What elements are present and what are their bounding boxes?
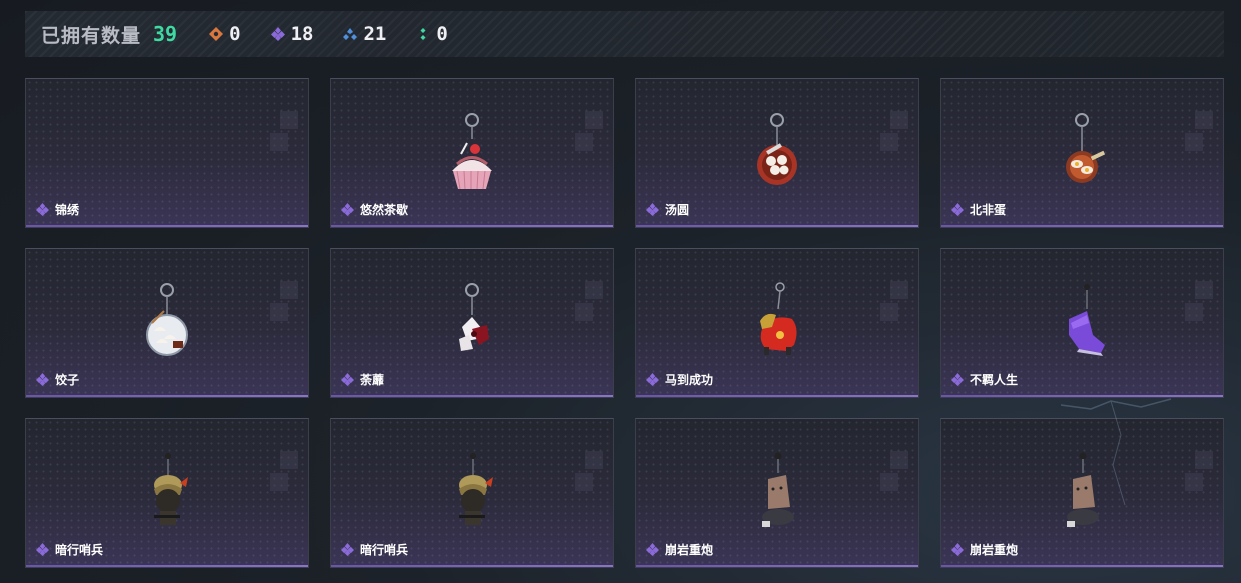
card-decoration [270, 111, 298, 161]
rarity-diamond-icon [951, 203, 964, 216]
stat-purple-value: 18 [290, 23, 314, 45]
card-decoration [1185, 451, 1213, 501]
item-card[interactable]: 汤圆 [635, 78, 919, 228]
card-label: 暗行哨兵 [36, 541, 103, 558]
item-name: 崩岩重炮 [970, 543, 1019, 557]
rarity-diamond-icon [341, 373, 354, 386]
cupcake-pendant-icon [452, 113, 492, 190]
item-card[interactable]: 悠然茶歇 [330, 78, 614, 228]
item-card[interactable]: 崩岩重炮 [940, 418, 1224, 568]
rarity-diamond-icon [36, 543, 49, 556]
card-decoration [880, 281, 908, 331]
owned-count-value: 39 [153, 22, 178, 46]
item-card[interactable]: 荼蘼 [330, 248, 614, 398]
item-name: 暗行哨兵 [360, 543, 409, 557]
item-card[interactable]: 暗行哨兵 [25, 418, 309, 568]
sentinel-pendant-icon [459, 453, 493, 525]
item-name: 崩岩重炮 [665, 543, 714, 557]
card-label: 不羁人生 [951, 371, 1018, 388]
item-card[interactable]: 北非蛋 [940, 78, 1224, 228]
card-decoration [1185, 111, 1213, 161]
item-name: 饺子 [55, 373, 80, 387]
card-label: 崩岩重炮 [951, 541, 1018, 558]
card-decoration [1185, 281, 1213, 331]
item-card[interactable]: 饺子 [25, 248, 309, 398]
rarity-diamond-icon [36, 203, 49, 216]
horse-pendant-icon [760, 282, 797, 355]
item-name: 荼蘼 [360, 373, 385, 387]
card-label: 汤圆 [646, 201, 689, 218]
card-decoration [575, 451, 603, 501]
stat-blue: 21 [343, 23, 386, 45]
rarity-diamond-icon [646, 373, 659, 386]
stat-purple: 18 [270, 23, 314, 45]
sneaker-pendant-icon [1069, 284, 1105, 356]
tangyuan-pendant-icon [757, 113, 797, 185]
orange-diamond-icon [209, 27, 224, 41]
card-decoration [575, 281, 603, 331]
rarity-diamond-icon [341, 203, 354, 216]
item-card[interactable]: 不羁人生 [940, 248, 1224, 398]
green-dots-icon [416, 27, 430, 41]
item-card[interactable]: 暗行哨兵 [330, 418, 614, 568]
cannon-pendant-icon [1067, 452, 1099, 527]
card-label: 崩岩重炮 [646, 541, 713, 558]
card-label: 悠然茶歇 [341, 201, 408, 218]
card-label: 马到成功 [646, 371, 713, 388]
shakshuka-pendant-icon [1066, 113, 1106, 183]
card-decoration [880, 451, 908, 501]
card-label: 北非蛋 [951, 201, 1006, 218]
rarity-diamond-icon [951, 373, 964, 386]
item-name: 暗行哨兵 [55, 543, 104, 557]
card-label: 暗行哨兵 [341, 541, 408, 558]
dumplings-pendant-icon [146, 283, 188, 356]
item-name: 马到成功 [665, 373, 714, 387]
item-name: 锦绣 [55, 203, 80, 217]
rarity-diamond-icon [951, 543, 964, 556]
collection-header: 已拥有数量 39 0 18 21 0 [25, 11, 1224, 57]
item-name: 汤圆 [665, 203, 690, 217]
rarity-diamond-icon [646, 203, 659, 216]
blue-chevron-icon [343, 27, 358, 41]
stat-green-value: 0 [436, 23, 448, 45]
pendant-grid: 锦绣 悠然茶歇 汤圆 北非蛋 饺子 荼蘼 马到成功 不羁人生 暗行哨兵 暗行哨兵… [25, 78, 1224, 568]
card-decoration [880, 111, 908, 161]
card-label: 饺子 [36, 371, 79, 388]
item-name: 悠然茶歇 [360, 203, 409, 217]
rarity-diamond-icon [36, 373, 49, 386]
flower-pendant-icon [459, 283, 489, 351]
owned-count-label: 已拥有数量 [41, 25, 142, 47]
card-decoration [270, 281, 298, 331]
rarity-diamond-icon [341, 543, 354, 556]
item-card[interactable]: 崩岩重炮 [635, 418, 919, 568]
card-decoration [270, 451, 298, 501]
card-label: 锦绣 [36, 201, 79, 218]
card-label: 荼蘼 [341, 371, 384, 388]
stat-green: 0 [416, 23, 448, 45]
item-card[interactable]: 马到成功 [635, 248, 919, 398]
item-card[interactable]: 锦绣 [25, 78, 309, 228]
stat-orange-value: 0 [229, 23, 241, 45]
stat-orange: 0 [209, 23, 241, 45]
card-decoration [575, 111, 603, 161]
rarity-diamond-icon [646, 543, 659, 556]
stat-blue-value: 21 [363, 23, 387, 45]
item-name: 北非蛋 [970, 203, 1007, 217]
purple-diamond-icon [270, 27, 285, 41]
sentinel-pendant-icon [154, 453, 188, 525]
cannon-pendant-icon [762, 452, 794, 527]
item-name: 不羁人生 [970, 373, 1019, 387]
